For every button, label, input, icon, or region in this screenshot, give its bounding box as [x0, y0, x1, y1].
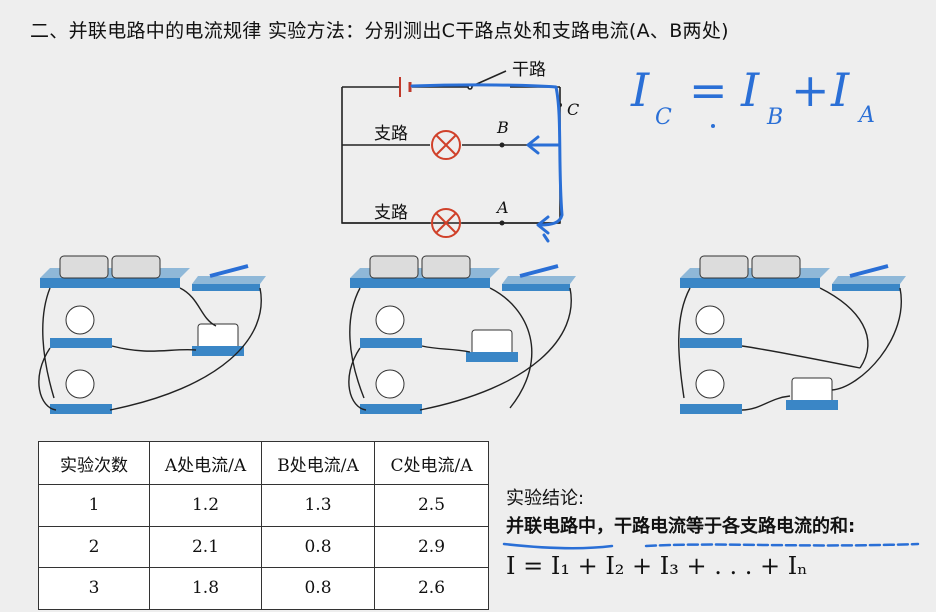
- svg-text:=: =: [689, 63, 728, 117]
- table-cell: 2.9: [374, 525, 489, 568]
- switch-icon: [502, 264, 576, 291]
- svg-text:I: I: [740, 63, 760, 117]
- point-b-label: B: [496, 118, 509, 137]
- handwritten-underline: [502, 542, 920, 550]
- table-row: 1 1.2 1.3 2.5: [38, 484, 489, 527]
- bulb-upper-icon: [360, 305, 422, 348]
- battery-icon: [399, 77, 412, 97]
- table-cell: 2: [38, 525, 150, 568]
- table-header-cell: B处电流/A: [261, 441, 375, 485]
- battery-pack-icon: [350, 255, 500, 288]
- apparatus-setup-3: [678, 255, 906, 414]
- table-header-cell: C处电流/A: [374, 441, 489, 485]
- parallel-circuit-diagram: 干路 C B A 支路 支路: [341, 60, 579, 243]
- table-row: 2 2.1 0.8 2.9: [38, 525, 489, 568]
- apparatus-setup-1: [38, 255, 266, 414]
- table-cell: 2.1: [149, 525, 262, 568]
- table-cell: 1.3: [261, 484, 375, 527]
- ammeter-icon: [192, 323, 244, 356]
- trunk-label: 干路: [512, 60, 546, 80]
- table-cell: 2.6: [374, 567, 489, 610]
- table-cell: 1: [38, 484, 150, 527]
- svg-text:+: +: [791, 63, 830, 117]
- conclusion-text: 并联电路中，干路电流等于各支路电流的和:: [506, 516, 856, 537]
- page-title: 二、并联电路中的电流规律 实验方法：分别测出C干路点处和支路电流(A、B两处): [30, 20, 729, 42]
- table-cell: 0.8: [261, 567, 375, 610]
- svg-text:C: C: [655, 105, 672, 130]
- table-cell: 1.8: [149, 567, 262, 610]
- table-header-row: 实验次数 A处电流/A B处电流/A C处电流/A: [38, 441, 489, 485]
- current-flow-annotation: [410, 83, 564, 243]
- branch-label-upper: 支路: [374, 124, 408, 144]
- svg-text:A: A: [857, 103, 875, 128]
- conclusion-label: 实验结论:: [506, 488, 585, 509]
- general-formula: I = I₁ + I₂ + I₃ + . . . + Iₙ: [506, 552, 808, 580]
- battery-pack-icon: [40, 255, 190, 288]
- point-c-label: C: [567, 100, 579, 119]
- branch-label-lower: 支路: [374, 203, 408, 223]
- point-a-label: A: [495, 198, 509, 217]
- battery-pack-icon: [680, 255, 830, 288]
- bulb-lower-icon: [50, 369, 112, 414]
- handwritten-formula: I C = I B + I A: [630, 63, 875, 130]
- bulb-lower-icon: [680, 369, 742, 414]
- apparatus-setup-2: [348, 255, 576, 414]
- table-cell: 1.2: [149, 484, 262, 527]
- table-cell: 2.5: [374, 484, 489, 527]
- table-row: 3 1.8 0.8 2.6: [38, 567, 489, 610]
- table-header-cell: A处电流/A: [149, 441, 262, 485]
- ammeter-icon: [466, 329, 518, 362]
- bulb-upper-icon: [680, 305, 742, 348]
- svg-text:B: B: [766, 105, 783, 130]
- results-table: 实验次数 A处电流/A B处电流/A C处电流/A 1 1.2 1.3 2.5 …: [38, 441, 489, 610]
- table-cell: 3: [38, 567, 150, 610]
- switch-icon: [832, 264, 906, 291]
- table-cell: 0.8: [261, 525, 375, 568]
- ammeter-icon: [786, 377, 838, 410]
- bulb-lower-icon: [360, 369, 422, 414]
- lamp-b-icon: [431, 130, 461, 160]
- switch-icon: [192, 264, 266, 291]
- table-header-cell: 实验次数: [38, 441, 150, 485]
- svg-text:I: I: [830, 63, 850, 117]
- bulb-upper-icon: [50, 305, 112, 348]
- svg-text:I: I: [630, 63, 650, 117]
